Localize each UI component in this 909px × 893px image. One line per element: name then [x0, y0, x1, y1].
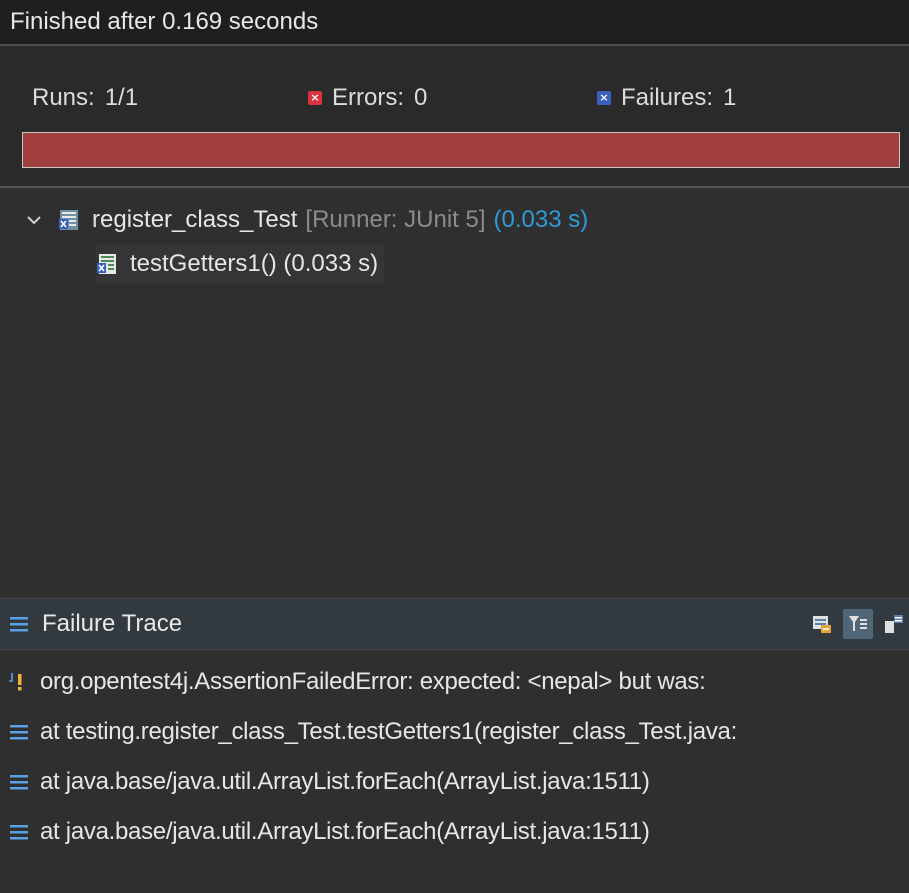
tree-node-class[interactable]: register_class_Test [Runner: JUnit 5] (0…	[24, 200, 588, 240]
trace-line[interactable]: at java.base/java.util.ArrayList.forEach…	[8, 762, 650, 802]
failures-value: 1	[723, 84, 737, 111]
failures-label: Failures:	[621, 84, 714, 111]
trace-line[interactable]: at testing.register_class_Test.testGette…	[8, 712, 737, 752]
trace-text: at java.base/java.util.ArrayList.forEach…	[40, 768, 650, 795]
filter-trace-icon[interactable]	[843, 609, 873, 639]
test-tree[interactable]: register_class_Test [Runner: JUnit 5] (0…	[0, 188, 909, 598]
test-failed-icon	[96, 253, 118, 275]
copy-trace-icon[interactable]	[879, 609, 909, 639]
error-icon: ×	[308, 91, 322, 105]
failure-trace-header: Failure Trace	[0, 598, 909, 650]
trace-line[interactable]: at java.base/java.util.ArrayList.forEach…	[8, 812, 650, 852]
trace-text: org.opentest4j.AssertionFailedError: exp…	[40, 668, 706, 695]
runs-value: 1/1	[104, 84, 139, 111]
stack-frame-icon	[8, 721, 30, 743]
runner-label: [Runner: JUnit 5]	[305, 206, 486, 233]
errors-counter: × Errors: 0	[308, 84, 427, 112]
failures-counter: × Failures: 1	[597, 84, 736, 112]
progress-bar	[22, 132, 900, 168]
counters-panel: Runs: 1/1 × Errors: 0 × Failures: 1	[0, 46, 909, 188]
assertion-failure-icon	[8, 671, 30, 693]
status-line: Finished after 0.169 seconds	[0, 0, 909, 46]
runs-label: Runs:	[32, 84, 95, 111]
trace-line[interactable]: org.opentest4j.AssertionFailedError: exp…	[8, 662, 706, 702]
trace-toolbar	[801, 609, 909, 639]
stack-frame-icon	[8, 771, 30, 793]
method-name: testGetters1() (0.033 s)	[130, 250, 379, 277]
junit-view: Finished after 0.169 seconds Runs: 1/1 ×…	[0, 0, 909, 893]
tree-node-method[interactable]: testGetters1() (0.033 s)	[96, 244, 385, 284]
class-name: register_class_Test	[92, 206, 298, 233]
chevron-down-icon[interactable]	[24, 210, 44, 230]
test-suite-failed-icon	[58, 209, 80, 231]
trace-text: at testing.register_class_Test.testGette…	[40, 718, 737, 745]
trace-text: at java.base/java.util.ArrayList.forEach…	[40, 818, 650, 845]
runs-counter: Runs: 1/1	[32, 84, 138, 112]
list-icon	[8, 613, 30, 635]
compare-results-icon[interactable]	[807, 609, 837, 639]
errors-label: Errors:	[332, 84, 404, 111]
status-text: Finished after 0.169 seconds	[10, 8, 319, 35]
failure-trace-title: Failure Trace	[42, 610, 183, 637]
failure-trace-list[interactable]: org.opentest4j.AssertionFailedError: exp…	[0, 650, 909, 893]
class-time: (0.033 s)	[493, 206, 589, 233]
failure-icon: ×	[597, 91, 611, 105]
errors-value: 0	[414, 84, 428, 111]
stack-frame-icon	[8, 821, 30, 843]
